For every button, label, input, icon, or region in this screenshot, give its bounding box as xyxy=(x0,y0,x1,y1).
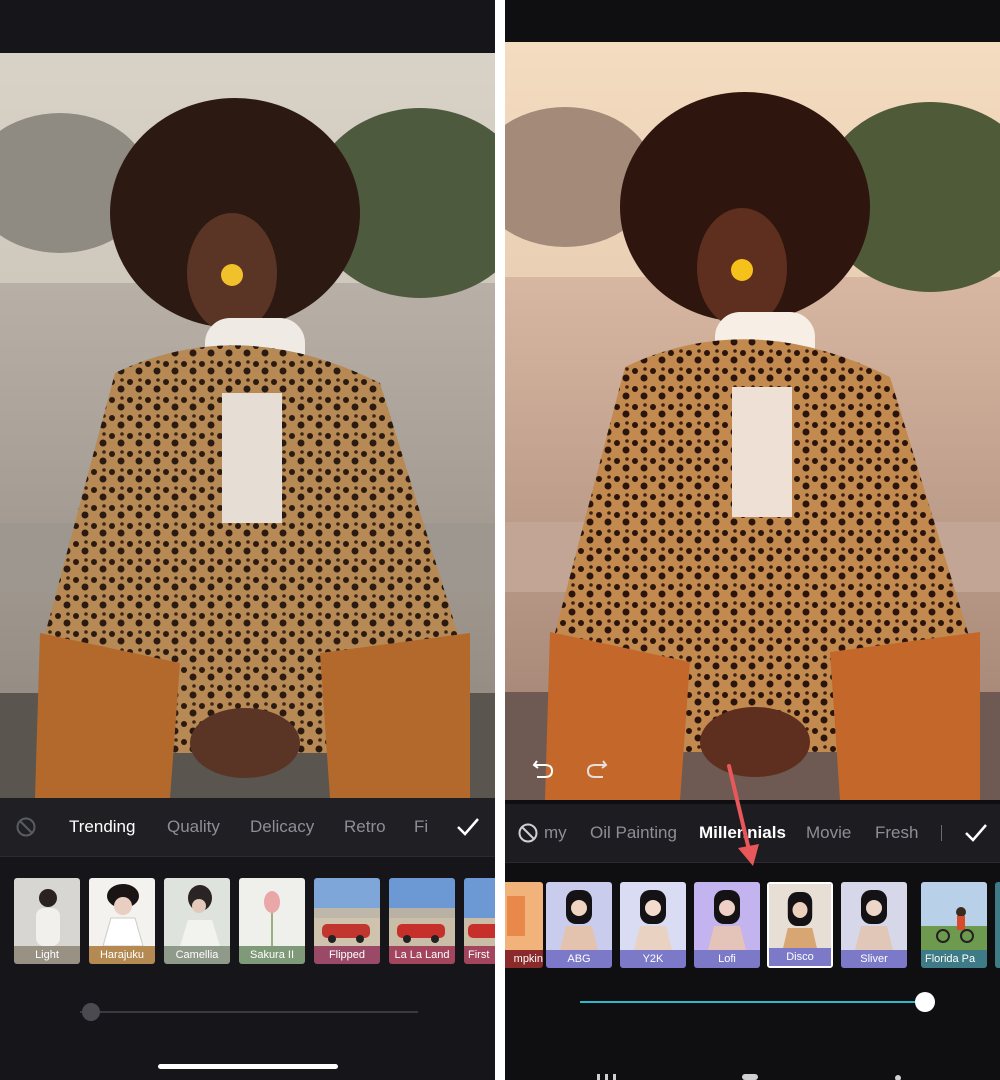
filter-label: Sliver xyxy=(841,950,907,968)
tab-separator xyxy=(941,825,942,841)
thumb-image xyxy=(464,878,495,946)
bottom-toolbar-icon[interactable] xyxy=(595,1072,625,1080)
filter-thumb[interactable]: La La Land xyxy=(389,878,455,964)
thumb-image xyxy=(389,878,455,946)
intensity-slider-knob[interactable] xyxy=(82,1003,100,1021)
tab-movie[interactable]: Movie xyxy=(806,804,851,862)
filter-thumb[interactable]: ABG xyxy=(546,882,612,968)
filter-thumb[interactable]: First xyxy=(464,878,495,964)
thumb-image xyxy=(164,878,230,946)
filter-label: Light xyxy=(14,946,80,964)
filter-thumb-selected[interactable]: Disco xyxy=(767,882,833,968)
filter-thumb[interactable]: Light xyxy=(14,878,80,964)
intensity-slider-track[interactable] xyxy=(580,1001,925,1003)
intensity-slider-track[interactable] xyxy=(80,1011,418,1013)
filter-label: Sakura II xyxy=(239,946,305,964)
confirm-check-icon[interactable] xyxy=(963,820,989,846)
redo-icon[interactable] xyxy=(585,756,609,780)
thumb-image xyxy=(14,878,80,946)
right-editor-screen: my Oil Painting Millennials Movie Fresh … xyxy=(505,0,1000,1080)
thumb-image xyxy=(314,878,380,946)
filter-thumb[interactable] xyxy=(995,882,1000,968)
tab-my[interactable]: my xyxy=(544,804,567,862)
filter-thumb[interactable]: Sakura II xyxy=(239,878,305,964)
tab-delicacy[interactable]: Delicacy xyxy=(250,798,314,856)
thumb-image xyxy=(921,882,987,950)
confirm-check-icon[interactable] xyxy=(455,814,481,840)
thumb-image xyxy=(769,884,831,952)
photo-canvas xyxy=(505,42,1000,800)
tab-oil-painting[interactable]: Oil Painting xyxy=(590,804,677,862)
tab-quality[interactable]: Quality xyxy=(167,798,220,856)
bottom-toolbar-icon[interactable] xyxy=(740,1072,760,1080)
home-indicator xyxy=(158,1064,338,1069)
filter-thumbnail-strip: Light Harajuku Camellia Sakura II Flippe… xyxy=(0,878,495,968)
filter-thumb[interactable]: Y2K xyxy=(620,882,686,968)
intensity-slider-knob[interactable] xyxy=(915,992,935,1012)
filter-label: First xyxy=(464,946,495,964)
thumb-image xyxy=(841,882,907,950)
filter-label: Camellia xyxy=(164,946,230,964)
filter-label: Harajuku xyxy=(89,946,155,964)
filter-label: ABG xyxy=(546,950,612,968)
filter-label: mpkin xyxy=(505,950,543,968)
filter-thumb[interactable]: Flipped xyxy=(314,878,380,964)
thumb-image xyxy=(546,882,612,950)
filter-thumb[interactable]: Camellia xyxy=(164,878,230,964)
tab-fresh[interactable]: Fresh xyxy=(875,804,918,862)
tab-trending[interactable]: Trending xyxy=(69,798,135,856)
filter-thumb[interactable]: mpkin xyxy=(505,882,543,968)
bottom-toolbar-icon[interactable] xyxy=(891,1072,905,1080)
pointer-arrow xyxy=(727,764,759,866)
filter-label: Florida Pa xyxy=(921,950,987,968)
filter-label: Lofi xyxy=(694,950,760,968)
tab-partial[interactable]: Fi xyxy=(414,798,432,856)
portrait-photo-filtered xyxy=(505,42,1000,800)
filter-thumbnail-strip: mpkin ABG Y2K Lofi Disco Sliver Florida … xyxy=(505,882,1000,972)
filter-thumb[interactable]: Florida Pa xyxy=(921,882,987,968)
undo-icon[interactable] xyxy=(531,756,555,780)
filter-label: Flipped xyxy=(314,946,380,964)
filter-label: La La Land xyxy=(389,946,455,964)
filter-label: Y2K xyxy=(620,950,686,968)
thumb-image xyxy=(505,882,543,950)
no-filter-icon[interactable] xyxy=(16,817,36,837)
tab-retro[interactable]: Retro xyxy=(344,798,386,856)
filter-thumb[interactable]: Harajuku xyxy=(89,878,155,964)
photo-canvas xyxy=(0,53,495,798)
no-filter-icon[interactable] xyxy=(518,823,538,843)
portrait-photo xyxy=(0,53,495,798)
filter-category-bar: Trending Quality Delicacy Retro Fi xyxy=(0,798,495,857)
filter-label: Disco xyxy=(769,948,831,966)
filter-thumb[interactable]: Sliver xyxy=(841,882,907,968)
thumb-image xyxy=(620,882,686,950)
thumb-image xyxy=(89,878,155,946)
left-editor-screen: Trending Quality Delicacy Retro Fi Light… xyxy=(0,0,495,1080)
filter-thumb[interactable]: Lofi xyxy=(694,882,760,968)
screen-divider xyxy=(495,0,505,1080)
thumb-image xyxy=(694,882,760,950)
thumb-image xyxy=(239,878,305,946)
